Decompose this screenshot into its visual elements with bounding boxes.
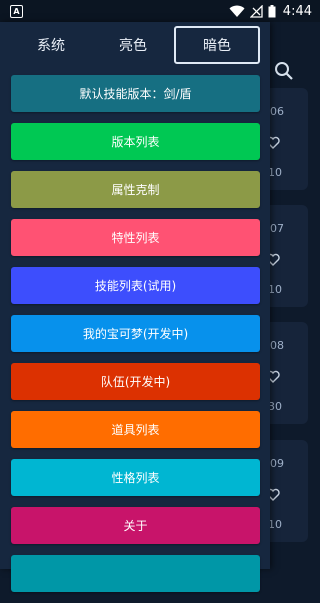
navigation-drawer: 系统 亮色 暗色 默认技能版本：剑/盾 版本列表属性克制特性列表技能列表(试用) 我… [0, 22, 270, 592]
background-card-value: 10 [268, 283, 282, 296]
drawer-menu: 默认技能版本：剑/盾 版本列表属性克制特性列表技能列表(试用) 我的宝可梦(开发中)… [11, 75, 260, 603]
menu-item[interactable]: 性格列表 [11, 459, 260, 496]
background-card-number: 08 [270, 339, 284, 352]
wifi-icon [229, 5, 245, 17]
status-bar: A 4:44 [0, 0, 320, 22]
menu-item[interactable]: 属性克制 [11, 171, 260, 208]
search-icon[interactable] [273, 60, 295, 82]
background-card-value: 30 [268, 400, 282, 413]
background-card-value: 10 [268, 518, 282, 531]
menu-item[interactable]: 队伍(开发中) [11, 363, 260, 400]
menu-item[interactable]: 特性列表 [11, 219, 260, 256]
battery-icon [268, 4, 276, 17]
signal-icon [249, 4, 263, 18]
clock: 4:44 [282, 3, 312, 19]
background-card-value: 10 [268, 166, 282, 179]
theme-option-dark[interactable]: 暗色 [174, 26, 260, 64]
theme-selector: 系统 亮色 暗色 [10, 26, 260, 64]
menu-item[interactable]: 版本列表 [11, 123, 260, 160]
background-card-number: 06 [270, 105, 284, 118]
background-card-number: 07 [270, 222, 284, 235]
notification-icon: A [10, 4, 23, 18]
menu-item[interactable]: 技能列表(试用) [11, 267, 260, 304]
menu-item[interactable]: 关于 [11, 507, 260, 544]
menu-item[interactable]: 道具列表 [11, 411, 260, 448]
menu-item[interactable]: 默认技能版本：剑/盾 [11, 75, 260, 112]
theme-option-light[interactable]: 亮色 [92, 26, 174, 64]
theme-option-system[interactable]: 系统 [10, 26, 92, 64]
background-card-number: 09 [270, 457, 284, 470]
menu-item[interactable] [11, 555, 260, 592]
menu-item[interactable]: 我的宝可梦(开发中) [11, 315, 260, 352]
